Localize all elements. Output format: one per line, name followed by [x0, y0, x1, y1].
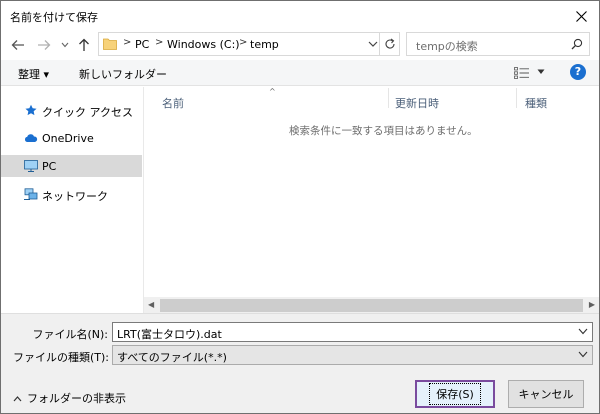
computer-icon [24, 160, 38, 172]
empty-message: 検索条件に一致する項目はありません。 [289, 125, 478, 137]
chevron-down-icon [578, 351, 588, 358]
forward-button[interactable] [36, 36, 52, 54]
breadcrumb-drive[interactable]: Windows (C:) [167, 38, 240, 51]
column-divider[interactable] [388, 88, 389, 108]
chevron-down-icon[interactable] [537, 69, 545, 75]
cancel-button-label: キャンセル [518, 388, 574, 401]
close-icon [575, 10, 587, 22]
sidebar-item-pc[interactable]: PC [1, 155, 142, 177]
sidebar-item-label: OneDrive [42, 132, 94, 145]
folder-icon [103, 38, 117, 50]
column-header-type[interactable]: 種類 [525, 95, 547, 111]
search-input[interactable]: tempの検索 [406, 32, 590, 56]
address-history-dropdown-icon[interactable] [367, 39, 379, 49]
new-folder-button[interactable]: 新しいフォルダー [79, 66, 167, 82]
sidebar-item-quick-access[interactable]: クイック アクセス [1, 99, 142, 121]
title-bar: 名前を付けて保存 [1, 1, 599, 31]
save-button-label: 保存(S) [429, 383, 481, 405]
sort-ascending-icon: ^ [269, 87, 276, 96]
sidebar-item-label: ネットワーク [42, 190, 108, 203]
cloud-icon [24, 134, 38, 142]
sidebar-item-label: クイック アクセス [42, 106, 133, 119]
scroll-left-icon[interactable]: ◀ [148, 300, 154, 309]
breadcrumb-temp[interactable]: temp [250, 38, 279, 51]
up-button[interactable] [76, 36, 92, 54]
arrow-right-icon [38, 40, 51, 50]
file-list: ^ 名前 更新日時 種類 検索条件に一致する項目はありません。 ◀ ▶ [144, 87, 599, 314]
refresh-button[interactable] [379, 33, 399, 55]
filetype-label: ファイルの種類(T): [13, 351, 110, 364]
breadcrumb-separator: > [155, 37, 164, 48]
help-icon[interactable]: ? [570, 64, 586, 80]
filename-label: ファイル名(N): [32, 328, 108, 341]
address-bar[interactable]: > PC > Windows (C:) > temp [98, 32, 400, 56]
filetype-select[interactable]: すべてのファイル(*.*) [112, 345, 593, 365]
scroll-right-icon[interactable]: ▶ [589, 300, 595, 309]
search-icon[interactable] [571, 38, 583, 50]
view-options-icon[interactable] [514, 67, 530, 79]
save-form: ファイル名(N): LRT(富士タロウ).dat ファイルの種類(T): すべて… [1, 313, 599, 413]
refresh-icon [385, 38, 395, 49]
save-button[interactable]: 保存(S) [415, 380, 495, 408]
filetype-value: すべてのファイル(*.*) [117, 351, 227, 364]
sidebar-item-label: PC [42, 160, 57, 173]
command-bar: 整理 ▾ 新しいフォルダー ? [1, 60, 599, 86]
save-as-dialog: 名前を付けて保存 > PC > Windows (C:) > temp temp… [0, 0, 600, 414]
chevron-down-icon [61, 42, 69, 48]
search-placeholder: tempの検索 [416, 40, 478, 53]
column-header-modified[interactable]: 更新日時 [395, 95, 439, 111]
filename-field[interactable]: LRT(富士タロウ).dat [112, 322, 593, 342]
hide-folders-toggle[interactable]: フォルダーの非表示 [13, 390, 126, 406]
sidebar-item-network[interactable]: ネットワーク [1, 183, 142, 205]
column-divider[interactable] [516, 88, 517, 108]
filename-value: LRT(富士タロウ).dat [117, 328, 222, 341]
close-button[interactable] [569, 4, 593, 28]
navigation-pane: クイック アクセス OneDrive PC ネットワーク [1, 87, 142, 313]
breadcrumb-pc[interactable]: PC [135, 38, 149, 51]
chevron-up-icon [13, 396, 22, 402]
network-icon [24, 188, 38, 200]
recent-locations-button[interactable] [59, 36, 71, 54]
organize-button[interactable]: 整理 ▾ [18, 66, 49, 82]
window-title: 名前を付けて保存 [10, 11, 98, 24]
chevron-down-icon[interactable] [578, 328, 588, 335]
column-header-name[interactable]: 名前 [162, 95, 184, 111]
arrow-up-icon [79, 38, 89, 51]
back-button[interactable] [10, 36, 26, 54]
hide-folders-label: フォルダーの非表示 [27, 392, 126, 405]
horizontal-scrollbar[interactable]: ◀ ▶ [144, 297, 599, 314]
arrow-left-icon [11, 40, 24, 50]
scrollbar-thumb[interactable] [160, 299, 583, 312]
sidebar-item-onedrive[interactable]: OneDrive [1, 127, 142, 149]
breadcrumb-separator: > [123, 37, 132, 48]
breadcrumb-separator: > [239, 37, 248, 48]
cancel-button[interactable]: キャンセル [508, 380, 584, 408]
star-icon [25, 104, 37, 116]
